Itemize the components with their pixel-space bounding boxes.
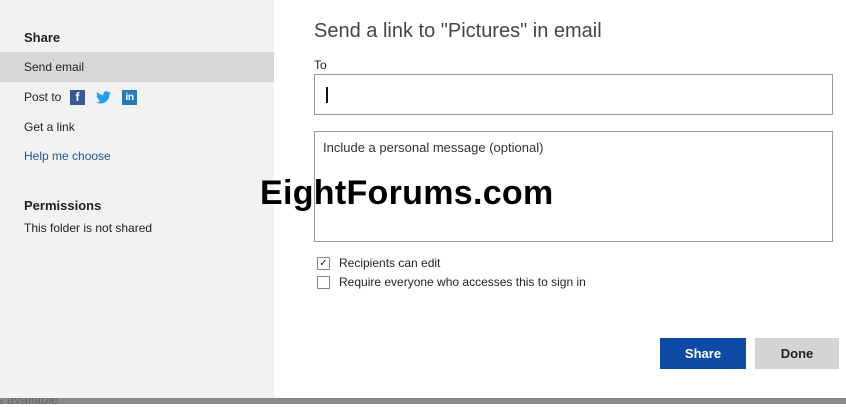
sidebar-item-help-me-choose[interactable]: Help me choose [0, 141, 274, 171]
permissions-status: This folder is not shared [24, 221, 153, 235]
recipients-can-edit-option[interactable]: ✓ Recipients can edit [317, 255, 440, 271]
background-window-bottom [0, 398, 846, 404]
require-sign-in-checkbox[interactable] [317, 275, 330, 289]
sidebar-item-send-email[interactable]: Send email [0, 52, 274, 82]
page-title: Send a link to "Pictures" in email [314, 20, 602, 42]
email-panel: Send a link to "Pictures" in email To In… [260, 0, 846, 398]
twitter-icon[interactable] [96, 90, 111, 105]
sidebar-item-get-link[interactable]: Get a link [0, 112, 274, 142]
message-placeholder: Include a personal message (optional) [323, 140, 544, 155]
sidebar-item-label: Send email [24, 60, 85, 74]
share-button[interactable]: Share [660, 338, 746, 369]
sidebar-item-post-to[interactable]: Post to f in [0, 82, 274, 112]
sidebar-item-label: Help me choose [24, 149, 111, 163]
sidebar-item-label: Get a link [24, 120, 75, 134]
text-caret [326, 87, 328, 103]
personal-message-input[interactable]: Include a personal message (optional) [314, 131, 833, 242]
permissions-heading: Permissions [24, 198, 102, 213]
checkbox-label: Recipients can edit [339, 256, 441, 270]
recipients-can-edit-checkbox[interactable]: ✓ [317, 256, 330, 270]
to-label: To [314, 58, 327, 72]
share-sidebar: Share Send email Post to f in Get a link… [0, 0, 274, 398]
to-input[interactable] [314, 74, 833, 115]
done-button[interactable]: Done [755, 338, 839, 369]
require-sign-in-option[interactable]: Require everyone who accesses this to si… [317, 274, 586, 290]
facebook-icon[interactable]: f [70, 90, 85, 105]
linkedin-icon[interactable]: in [122, 90, 137, 105]
sidebar-item-label: Post to [24, 90, 62, 104]
checkbox-label: Require everyone who accesses this to si… [339, 275, 586, 289]
share-heading: Share [24, 30, 61, 45]
